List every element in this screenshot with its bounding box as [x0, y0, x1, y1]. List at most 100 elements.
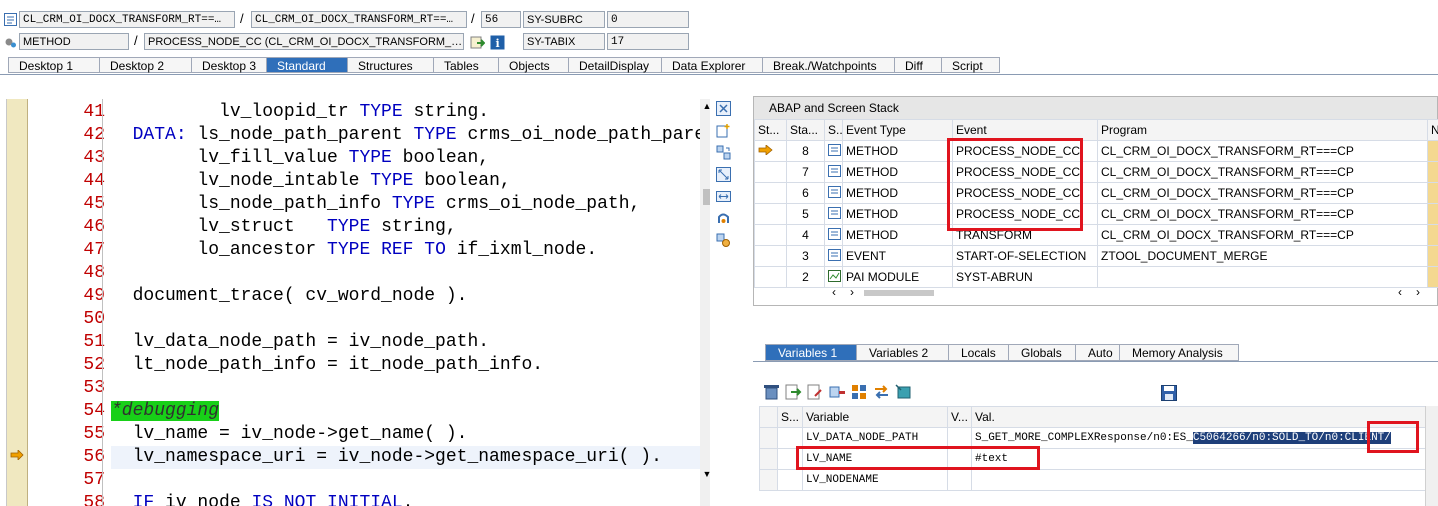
- col-header-n[interactable]: N: [1427, 119, 1438, 141]
- tab-variables-2[interactable]: Variables 2: [857, 344, 949, 361]
- services-tool-icon[interactable]: [714, 209, 732, 227]
- close-tool-icon[interactable]: [714, 99, 732, 117]
- delete-icon[interactable]: [763, 384, 780, 402]
- code-area[interactable]: lv_loopid_tr TYPE string. DATA: ls_node_…: [111, 101, 701, 506]
- stack-row[interactable]: 7 METHOD PROCESS_NODE_CC CL_CRM_OI_DOCX_TRA…: [754, 161, 1438, 183]
- sysvar2-name-field[interactable]: SY-TABIX: [523, 33, 605, 50]
- col-header-s[interactable]: S...: [777, 406, 803, 428]
- col-header-event-type[interactable]: Event Type: [842, 119, 953, 141]
- scroll-left-icon[interactable]: ‹: [832, 285, 836, 299]
- tab-memory-analysis[interactable]: Memory Analysis: [1120, 344, 1239, 361]
- remove-row-icon[interactable]: [829, 384, 846, 402]
- import-icon[interactable]: [785, 384, 802, 402]
- breakpoint-gutter[interactable]: [7, 99, 28, 506]
- layout-icon[interactable]: [895, 384, 912, 402]
- var-cell-name[interactable]: LV_NODENAME: [802, 469, 948, 491]
- tab-script[interactable]: Script: [942, 57, 1000, 73]
- stack-row[interactable]: 3 EVENT START-OF-SELECTION ZTOOL_DOCUMENT_M…: [754, 245, 1438, 267]
- col-header-s[interactable]: S...: [824, 119, 843, 141]
- code-line[interactable]: lv_name = iv_node->get_name( ).: [111, 423, 701, 446]
- maximize-tool-icon[interactable]: [714, 165, 732, 183]
- tab-detaildisplay[interactable]: DetailDisplay: [569, 57, 662, 73]
- tab-variables-1[interactable]: Variables 1: [765, 344, 857, 361]
- tab-desktop-1[interactable]: Desktop 1: [8, 57, 100, 73]
- var-cell-value[interactable]: [971, 469, 1426, 491]
- scroll-thumb[interactable]: [703, 189, 710, 205]
- var-cell-v: [947, 469, 972, 491]
- col-header-stack[interactable]: St...: [754, 119, 787, 141]
- code-line[interactable]: lt_node_path_info = it_node_path_info.: [111, 354, 701, 377]
- variables-right-scrollbar[interactable]: [1425, 406, 1438, 506]
- code-line[interactable]: document_trace( cv_word_node ).: [111, 285, 701, 308]
- scroll-right-icon[interactable]: ›: [850, 285, 854, 299]
- editor-vertical-scrollbar[interactable]: ▲ ▼: [700, 99, 710, 506]
- tab-locals[interactable]: Locals: [949, 344, 1009, 361]
- tab-structures[interactable]: Structures: [348, 57, 434, 73]
- tab-desktop-3[interactable]: Desktop 3: [192, 57, 267, 73]
- tab-data-explorer[interactable]: Data Explorer: [662, 57, 763, 73]
- stack-cell-marker: [754, 161, 787, 183]
- code-line[interactable]: [111, 262, 701, 285]
- stack-horizontal-scrollbar[interactable]: ‹ › ‹ ›: [826, 285, 1437, 301]
- line-number: 47: [83, 240, 105, 260]
- stack-row[interactable]: 6 METHOD PROCESS_NODE_CC CL_CRM_OI_DOCX_TRA…: [754, 182, 1438, 204]
- stack-row[interactable]: 4 METHOD TRANSFORM CL_CRM_OI_DOCX_TRANSFORM…: [754, 224, 1438, 246]
- source-code-editor[interactable]: 41 42 43 44 45 46 47 48 49 50 51 52 53 5…: [6, 99, 710, 506]
- tab-auto[interactable]: Auto: [1076, 344, 1120, 361]
- col-header-value[interactable]: Val.: [971, 406, 1426, 428]
- scroll-up-icon[interactable]: ▲: [700, 101, 710, 111]
- code-line[interactable]: lv_data_node_path = iv_node_path.: [111, 331, 701, 354]
- scroll-thumb[interactable]: [864, 290, 934, 296]
- export-icon[interactable]: [807, 384, 824, 402]
- transfer-icon[interactable]: [873, 384, 890, 402]
- stack-row[interactable]: 8 METHOD PROCESS_NODE_CC CL_CRM_OI_DOCX_TRA…: [754, 140, 1438, 162]
- new-tool-icon[interactable]: [714, 121, 732, 139]
- variable-row[interactable]: LV_NODENAME: [759, 469, 1426, 491]
- code-line[interactable]: DATA: ls_node_path_parent TYPE crms_oi_n…: [111, 124, 701, 147]
- save-icon[interactable]: [1161, 385, 1177, 404]
- tab-standard[interactable]: Standard: [267, 57, 348, 73]
- navigate-icon[interactable]: [469, 34, 485, 50]
- var-cell-blank: [759, 427, 778, 449]
- code-line[interactable]: lv_loopid_tr TYPE string.: [111, 101, 701, 124]
- code-line[interactable]: ls_node_path_info TYPE crms_oi_node_path…: [111, 193, 701, 216]
- col-header-variable[interactable]: Variable: [802, 406, 948, 428]
- tab-objects[interactable]: Objects: [499, 57, 569, 73]
- info-icon[interactable]: i: [489, 34, 505, 50]
- sysvar-name-field[interactable]: SY-SUBRC: [523, 11, 605, 28]
- code-line-current[interactable]: lv_namespace_uri = iv_node->get_namespac…: [111, 446, 701, 469]
- line-number: 48: [83, 263, 105, 283]
- col-header-program[interactable]: Program: [1097, 119, 1428, 141]
- stack-cell-level: 3: [786, 245, 825, 267]
- line-number: 58: [83, 493, 105, 506]
- code-line[interactable]: *debugging: [111, 400, 701, 423]
- scroll-right-icon[interactable]: ›: [1416, 285, 1420, 299]
- stack-cell-marker: [754, 203, 787, 225]
- swap-tool-icon[interactable]: [714, 143, 732, 161]
- settings-tool-icon[interactable]: [714, 231, 732, 249]
- code-line[interactable]: IF iv_node IS NOT INITIAL.: [111, 492, 701, 506]
- code-line[interactable]: lo_ancestor TYPE REF TO if_ixml_node.: [111, 239, 701, 262]
- scroll-down-icon[interactable]: ▼: [700, 469, 710, 479]
- stack-row[interactable]: 5 METHOD PROCESS_NODE_CC CL_CRM_OI_DOCX_TRA…: [754, 203, 1438, 225]
- stack-cell-icon: [824, 182, 843, 204]
- code-line[interactable]: lv_fill_value TYPE boolean,: [111, 147, 701, 170]
- tab-tables[interactable]: Tables: [434, 57, 499, 73]
- split-tool-icon[interactable]: [714, 187, 732, 205]
- col-header-v[interactable]: V...: [947, 406, 972, 428]
- code-line[interactable]: [111, 308, 701, 331]
- code-line[interactable]: lv_node_intable TYPE boolean,: [111, 170, 701, 193]
- code-line[interactable]: [111, 377, 701, 400]
- line-number: 41: [83, 102, 105, 122]
- code-line[interactable]: [111, 469, 701, 492]
- change-icon[interactable]: [851, 384, 868, 402]
- scroll-left-icon[interactable]: ‹: [1398, 285, 1402, 299]
- tab-globals[interactable]: Globals: [1009, 344, 1076, 361]
- tab-diff[interactable]: Diff: [895, 57, 942, 73]
- tab-desktop-2[interactable]: Desktop 2: [100, 57, 192, 73]
- path-separator: /: [471, 11, 475, 26]
- tab-breakpoints[interactable]: Break./Watchpoints: [763, 57, 895, 73]
- col-header-level[interactable]: Sta...: [786, 119, 825, 141]
- code-line[interactable]: lv_struct TYPE string,: [111, 216, 701, 239]
- stack-pane-title: ABAP and Screen Stack: [754, 97, 1437, 119]
